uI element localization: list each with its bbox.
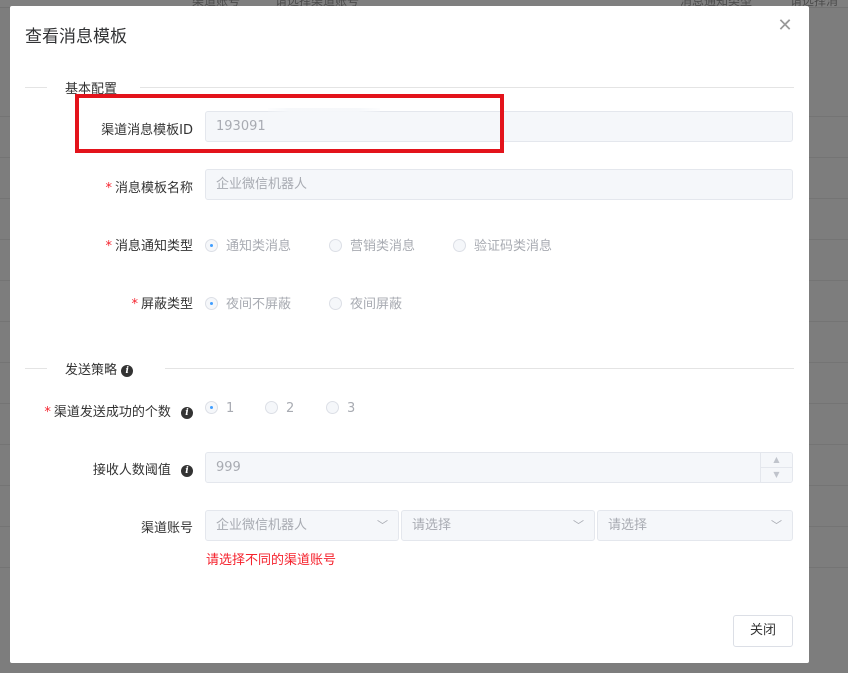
number-stepper: ▲ ▼ <box>760 453 792 482</box>
divider <box>25 368 47 369</box>
required-mark: * <box>131 297 138 312</box>
channel-account-error: 请选择不同的渠道账号 <box>206 553 337 568</box>
section-label-text: 发送策略 <box>65 363 118 378</box>
select-placeholder: 请选择 <box>412 518 452 533</box>
radio-dot-checked <box>205 401 218 414</box>
chevron-down-icon: ﹀ <box>573 519 584 532</box>
receiver-threshold-value: 999 <box>216 460 241 475</box>
radio-label: 夜间不屏蔽 <box>226 297 292 312</box>
section-label: 发送策略 i <box>65 359 134 378</box>
radio-dot-checked <box>205 239 218 252</box>
chevron-down-icon: ﹀ <box>377 519 388 532</box>
template-name-input[interactable]: 企业微信机器人 <box>205 169 793 200</box>
radio-dot <box>326 401 339 414</box>
close-icon[interactable]: ✕ <box>777 17 793 35</box>
info-icon[interactable]: i <box>181 406 193 419</box>
required-mark: * <box>44 405 51 420</box>
radio-success-count-3[interactable]: 3 <box>326 401 355 417</box>
radio-notify-type-notice[interactable]: 通知类消息 <box>205 235 292 254</box>
template-name-label: * 消息模板名称 <box>105 177 193 196</box>
receiver-threshold-input[interactable]: 999 ▲ ▼ <box>205 452 793 483</box>
view-template-dialog: 查看消息模板 ✕ 基本配置 渠道消息模板ID 193091 * 消息模板名称 企业… <box>10 6 809 663</box>
radio-shield-none[interactable]: 夜间不屏蔽 <box>205 293 292 312</box>
required-mark: * <box>105 239 112 254</box>
radio-dot <box>329 297 342 310</box>
template-name-label-text: 消息模板名称 <box>114 181 193 196</box>
info-icon[interactable]: i <box>181 464 193 477</box>
channel-account-select-1[interactable]: 企业微信机器人 ﹀ <box>205 510 399 541</box>
shield-type-label: * 屏蔽类型 <box>131 293 193 312</box>
notify-type-label: * 消息通知类型 <box>105 235 193 254</box>
radio-label: 3 <box>347 401 356 416</box>
divider <box>25 87 47 88</box>
success-count-label-text: 渠道发送成功的个数 <box>53 405 171 420</box>
divider <box>140 87 794 88</box>
select-value: 企业微信机器人 <box>216 518 308 533</box>
channel-account-label: 渠道账号 <box>141 517 193 536</box>
receiver-threshold-label-text: 接收人数阈值 <box>92 463 171 478</box>
radio-label: 通知类消息 <box>226 239 292 254</box>
channel-account-label-text: 渠道账号 <box>140 521 193 536</box>
radio-dot <box>265 401 278 414</box>
section-basic-config: 基本配置 <box>25 77 794 97</box>
dialog-title: 查看消息模板 <box>25 27 127 47</box>
radio-dot <box>453 239 466 252</box>
radio-label: 2 <box>286 401 295 416</box>
radio-label: 营销类消息 <box>350 239 416 254</box>
required-mark: * <box>105 181 112 196</box>
success-count-label: * 渠道发送成功的个数 i <box>44 401 193 420</box>
template-id-label-text: 渠道消息模板ID <box>101 123 193 138</box>
notify-type-label-text: 消息通知类型 <box>114 239 193 254</box>
divider <box>165 368 794 369</box>
shield-type-label-text: 屏蔽类型 <box>140 297 193 312</box>
info-icon[interactable]: i <box>121 364 134 377</box>
template-id-label: 渠道消息模板ID <box>101 119 193 138</box>
chevron-down-icon: ﹀ <box>771 519 782 532</box>
redacted-region <box>268 108 380 138</box>
radio-label: 1 <box>226 401 235 416</box>
section-label: 基本配置 <box>65 82 118 97</box>
radio-shield-night[interactable]: 夜间屏蔽 <box>329 293 403 312</box>
template-name-value: 企业微信机器人 <box>216 177 308 192</box>
select-placeholder: 请选择 <box>608 518 648 533</box>
radio-label: 夜间屏蔽 <box>350 297 403 312</box>
section-send-strategy: 发送策略 i <box>25 358 794 378</box>
chevron-up-icon[interactable]: ▲ <box>761 453 792 467</box>
receiver-threshold-label: 接收人数阈值 i <box>93 459 193 478</box>
radio-notify-type-verification[interactable]: 验证码类消息 <box>453 235 553 254</box>
radio-notify-type-marketing[interactable]: 营销类消息 <box>329 235 416 254</box>
channel-account-select-2[interactable]: 请选择 ﹀ <box>401 510 595 541</box>
channel-account-select-3[interactable]: 请选择 ﹀ <box>597 510 793 541</box>
template-id-value: 193091 <box>216 119 266 134</box>
radio-label: 验证码类消息 <box>474 239 553 254</box>
radio-success-count-1[interactable]: 1 <box>205 401 234 417</box>
chevron-down-icon[interactable]: ▼ <box>761 467 792 481</box>
radio-success-count-2[interactable]: 2 <box>265 401 294 417</box>
radio-dot-checked <box>205 297 218 310</box>
close-button[interactable]: 关闭 <box>733 615 793 647</box>
radio-dot <box>329 239 342 252</box>
